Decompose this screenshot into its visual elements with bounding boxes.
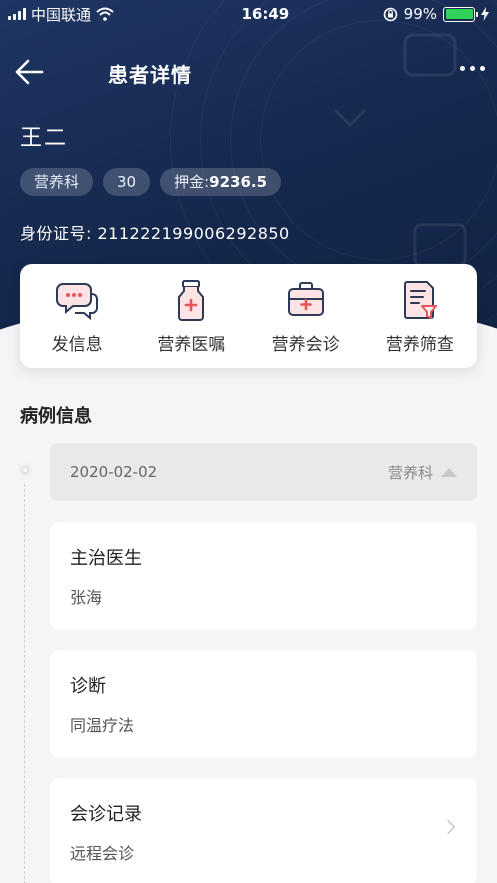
action-nutrition-order[interactable]: 营养医嘱 (134, 264, 248, 368)
consultation-record-card[interactable]: 会诊记录 远程会诊 (50, 778, 477, 883)
collapse-triangle-icon (441, 467, 457, 477)
action-label: 营养筛查 (385, 335, 454, 355)
record-header[interactable]: 2020-02-02 营养科 (50, 443, 477, 501)
action-label: 发信息 (51, 335, 103, 355)
signal-icon (8, 8, 26, 20)
deposit-label: 押金: (174, 173, 210, 191)
id-label: 身份证号: (20, 224, 92, 243)
id-number: 211222199006292850 (97, 224, 290, 243)
status-bar: 中国联通 16:49 99% (0, 0, 497, 28)
action-label: 营养医嘱 (157, 335, 226, 355)
back-arrow-icon[interactable] (14, 58, 46, 86)
more-options-icon[interactable] (460, 66, 485, 71)
quick-actions-card: 发信息 营养医嘱 营养会诊 营养筛查 (20, 264, 477, 368)
action-nutrition-screening[interactable]: 营养筛查 (363, 264, 477, 368)
record-department: 营养科 (388, 462, 457, 483)
record-date: 2020-02-02 (70, 463, 158, 481)
card-value: 远程会诊 (70, 844, 135, 863)
page-title: 患者详情 (108, 63, 192, 87)
status-time: 16:49 (241, 5, 290, 23)
rotation-lock-icon (383, 7, 397, 21)
diagnosis-card: 诊断 同温疗法 (50, 650, 477, 758)
card-label: 会诊记录 (70, 804, 142, 825)
battery-percent: 99% (403, 5, 437, 23)
timeline-line (24, 484, 25, 883)
nav-bar: 患者详情 (0, 48, 497, 98)
charging-icon (481, 7, 489, 21)
deposit-tag: 押金:9236.5 (160, 168, 282, 196)
patient-name: 王二 (20, 126, 69, 151)
screening-document-icon (403, 281, 437, 319)
record-department-label: 营养科 (387, 463, 433, 482)
action-send-message[interactable]: 发信息 (20, 264, 134, 368)
patient-tags: 营养科 30 押金:9236.5 (20, 168, 282, 196)
card-value: 同温疗法 (70, 716, 135, 735)
department-tag: 营养科 (20, 168, 94, 196)
carrier-label: 中国联通 (31, 5, 92, 24)
attending-doctor-card: 主治医生 张海 (50, 522, 477, 630)
battery-icon (443, 6, 478, 22)
deposit-value: 9236.5 (209, 173, 268, 191)
wifi-icon (96, 7, 114, 21)
action-label: 营养会诊 (271, 335, 340, 355)
case-info-title: 病例信息 (20, 406, 92, 427)
medical-kit-icon (287, 282, 324, 316)
message-bubbles-icon (56, 283, 99, 321)
card-value: 张海 (70, 588, 103, 607)
medicine-bottle-icon (178, 280, 205, 321)
id-number-line: 身份证号: 211222199006292850 (20, 220, 290, 244)
action-nutrition-consult[interactable]: 营养会诊 (249, 264, 363, 368)
timeline-dot (18, 463, 32, 477)
card-label: 主治医生 (70, 548, 142, 569)
card-label: 诊断 (70, 676, 106, 697)
age-tag: 30 (103, 168, 151, 196)
